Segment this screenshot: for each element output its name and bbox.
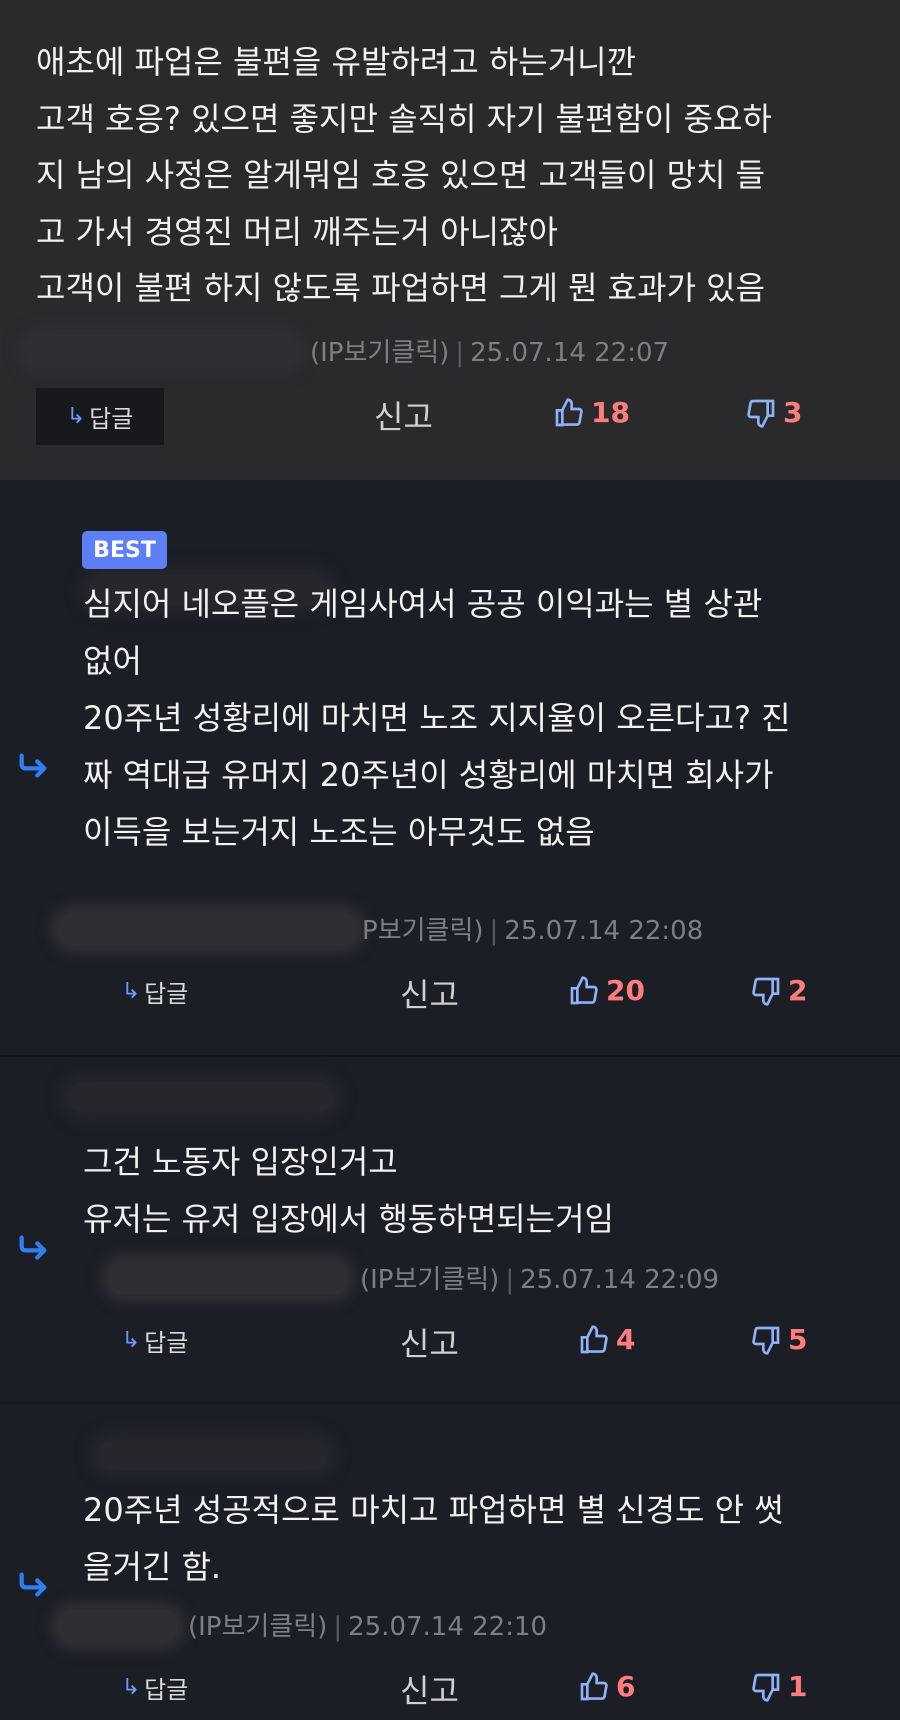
thumbs-up-icon: [570, 975, 598, 1004]
ip-view-link[interactable]: (IP보기클릭): [310, 338, 449, 368]
upvote-button[interactable]: 6: [578, 1670, 635, 1703]
comment-text: 그건 노동자 입장인거고 유저는 유저 입장에서 행동하면되는거임: [83, 1143, 614, 1238]
reply-button[interactable]: ↳ 답글: [100, 1660, 210, 1714]
comment-thread: 애초에 파업은 불편을 유발하려고 하는거니깐 고객 호응? 있으면 좋지만 솔…: [0, 0, 900, 1720]
reply-comment: 20주년 성공적으로 마치고 파업하면 별 신경도 안 썻 을거긴 함. (IP…: [0, 1404, 900, 1720]
thumbs-down-icon: [752, 1673, 780, 1702]
ip-view-link[interactable]: P보기클릭): [362, 916, 484, 946]
reply-button[interactable]: ↳ 답글: [100, 964, 210, 1018]
reply-arrow-icon: ↳: [121, 978, 141, 1004]
reply-button[interactable]: ↳ 답글: [100, 1313, 210, 1367]
report-button[interactable]: 신고: [400, 1319, 459, 1365]
timestamp: 25.07.14 22:07: [470, 338, 670, 368]
report-button[interactable]: 신고: [374, 392, 433, 438]
thumbs-up-icon: [580, 1324, 608, 1353]
ip-view-link[interactable]: (IP보기클릭): [188, 1612, 327, 1642]
upvote-count: 18: [591, 396, 630, 429]
thumbs-up-icon: [580, 1671, 608, 1700]
top-comment: 애초에 파업은 불편을 유발하려고 하는거니깐 고객 호응? 있으면 좋지만 솔…: [0, 0, 900, 480]
upvote-count: 4: [616, 1323, 636, 1356]
nested-reply-arrow-icon: [19, 1235, 47, 1260]
thumbs-down-icon: [747, 399, 775, 428]
thumbs-up-icon: [555, 397, 583, 426]
reply-button[interactable]: ↳ 답글: [36, 388, 164, 445]
comment-text: 심지어 네오플은 게임사여서 공공 이익과는 별 상관 없어 20주년 성황리에…: [83, 585, 791, 851]
reply-comment: 그건 노동자 입장인거고 유저는 유저 입장에서 행동하면되는거임 (IP보기클…: [0, 1057, 900, 1402]
timestamp: 25.07.14 22:09: [520, 1265, 720, 1295]
nested-reply-arrow-icon: [19, 1572, 47, 1597]
upvote-button[interactable]: 18: [553, 396, 630, 429]
downvote-button[interactable]: 1: [750, 1670, 807, 1703]
upvote-button[interactable]: 4: [578, 1323, 635, 1356]
comment-meta: (IP보기클릭) | 25.07.14 22:09: [360, 1265, 720, 1295]
comment-meta: (IP보기클릭) | 25.07.14 22:10: [188, 1612, 548, 1642]
upvote-count: 20: [606, 974, 645, 1007]
ip-view-link[interactable]: (IP보기클릭): [360, 1265, 499, 1295]
thumbs-down-icon: [752, 977, 780, 1006]
downvote-count: 5: [788, 1323, 808, 1356]
comment-text: 20주년 성공적으로 마치고 파업하면 별 신경도 안 썻 을거긴 함.: [83, 1491, 784, 1586]
timestamp: 25.07.14 22:10: [348, 1612, 548, 1642]
reply-arrow-icon: ↳: [66, 404, 86, 429]
comment-meta: (IP보기클릭) | 25.07.14 22:07: [310, 338, 670, 368]
downvote-count: 3: [783, 396, 803, 429]
reply-arrow-icon: ↳: [121, 1327, 141, 1353]
nested-reply-arrow-icon: [19, 753, 47, 778]
downvote-count: 1: [788, 1670, 808, 1703]
downvote-button[interactable]: 5: [750, 1323, 807, 1356]
author-blur: [108, 1261, 348, 1295]
report-button[interactable]: 신고: [400, 970, 459, 1016]
author-blur: [24, 334, 299, 368]
downvote-button[interactable]: 3: [745, 396, 802, 429]
upvote-count: 6: [616, 1670, 636, 1703]
timestamp: 25.07.14 22:08: [504, 916, 704, 946]
author-blur: [68, 1082, 333, 1112]
comment-meta: P보기클릭) | 25.07.14 22:08: [362, 916, 704, 946]
author-blur: [98, 1440, 328, 1470]
downvote-button[interactable]: 2: [750, 974, 807, 1007]
author-blur: [58, 1609, 178, 1643]
best-badge: BEST: [82, 531, 167, 569]
thumbs-down-icon: [752, 1326, 780, 1355]
upvote-button[interactable]: 20: [568, 974, 645, 1007]
reply-arrow-icon: ↳: [121, 1674, 141, 1700]
comment-text: 애초에 파업은 불편을 유발하려고 하는거니깐 고객 호응? 있으면 좋지만 솔…: [36, 43, 772, 307]
report-button[interactable]: 신고: [400, 1666, 459, 1712]
downvote-count: 2: [788, 974, 808, 1007]
author-blur: [58, 912, 358, 946]
